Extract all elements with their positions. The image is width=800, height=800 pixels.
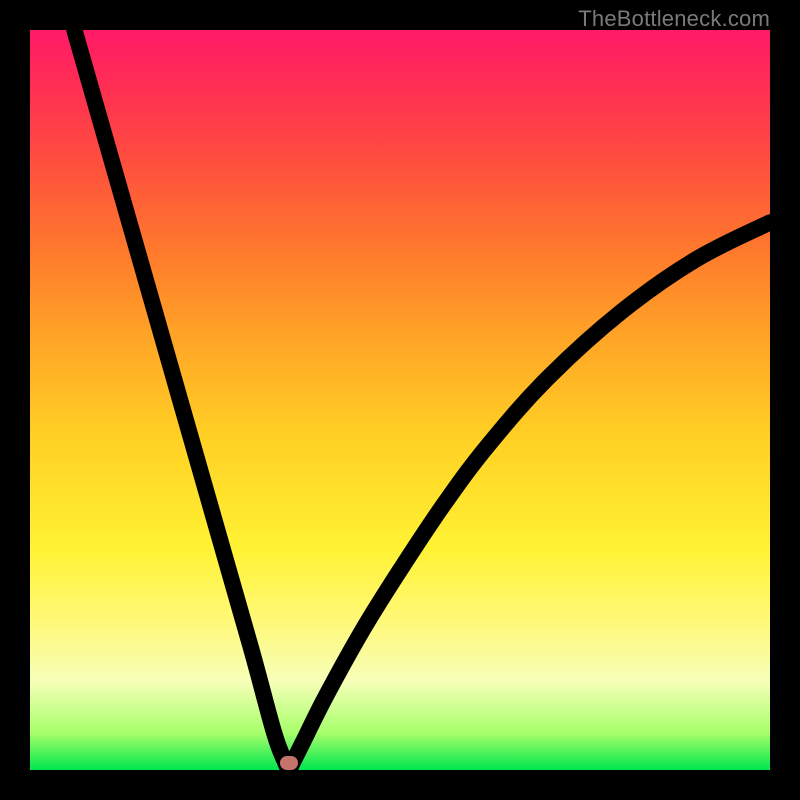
curve-svg [30,30,770,770]
plot-area [30,30,770,770]
bottleneck-curve [74,30,770,770]
watermark-text: TheBottleneck.com [578,6,770,32]
minimum-marker [280,756,298,770]
chart-frame: TheBottleneck.com [0,0,800,800]
